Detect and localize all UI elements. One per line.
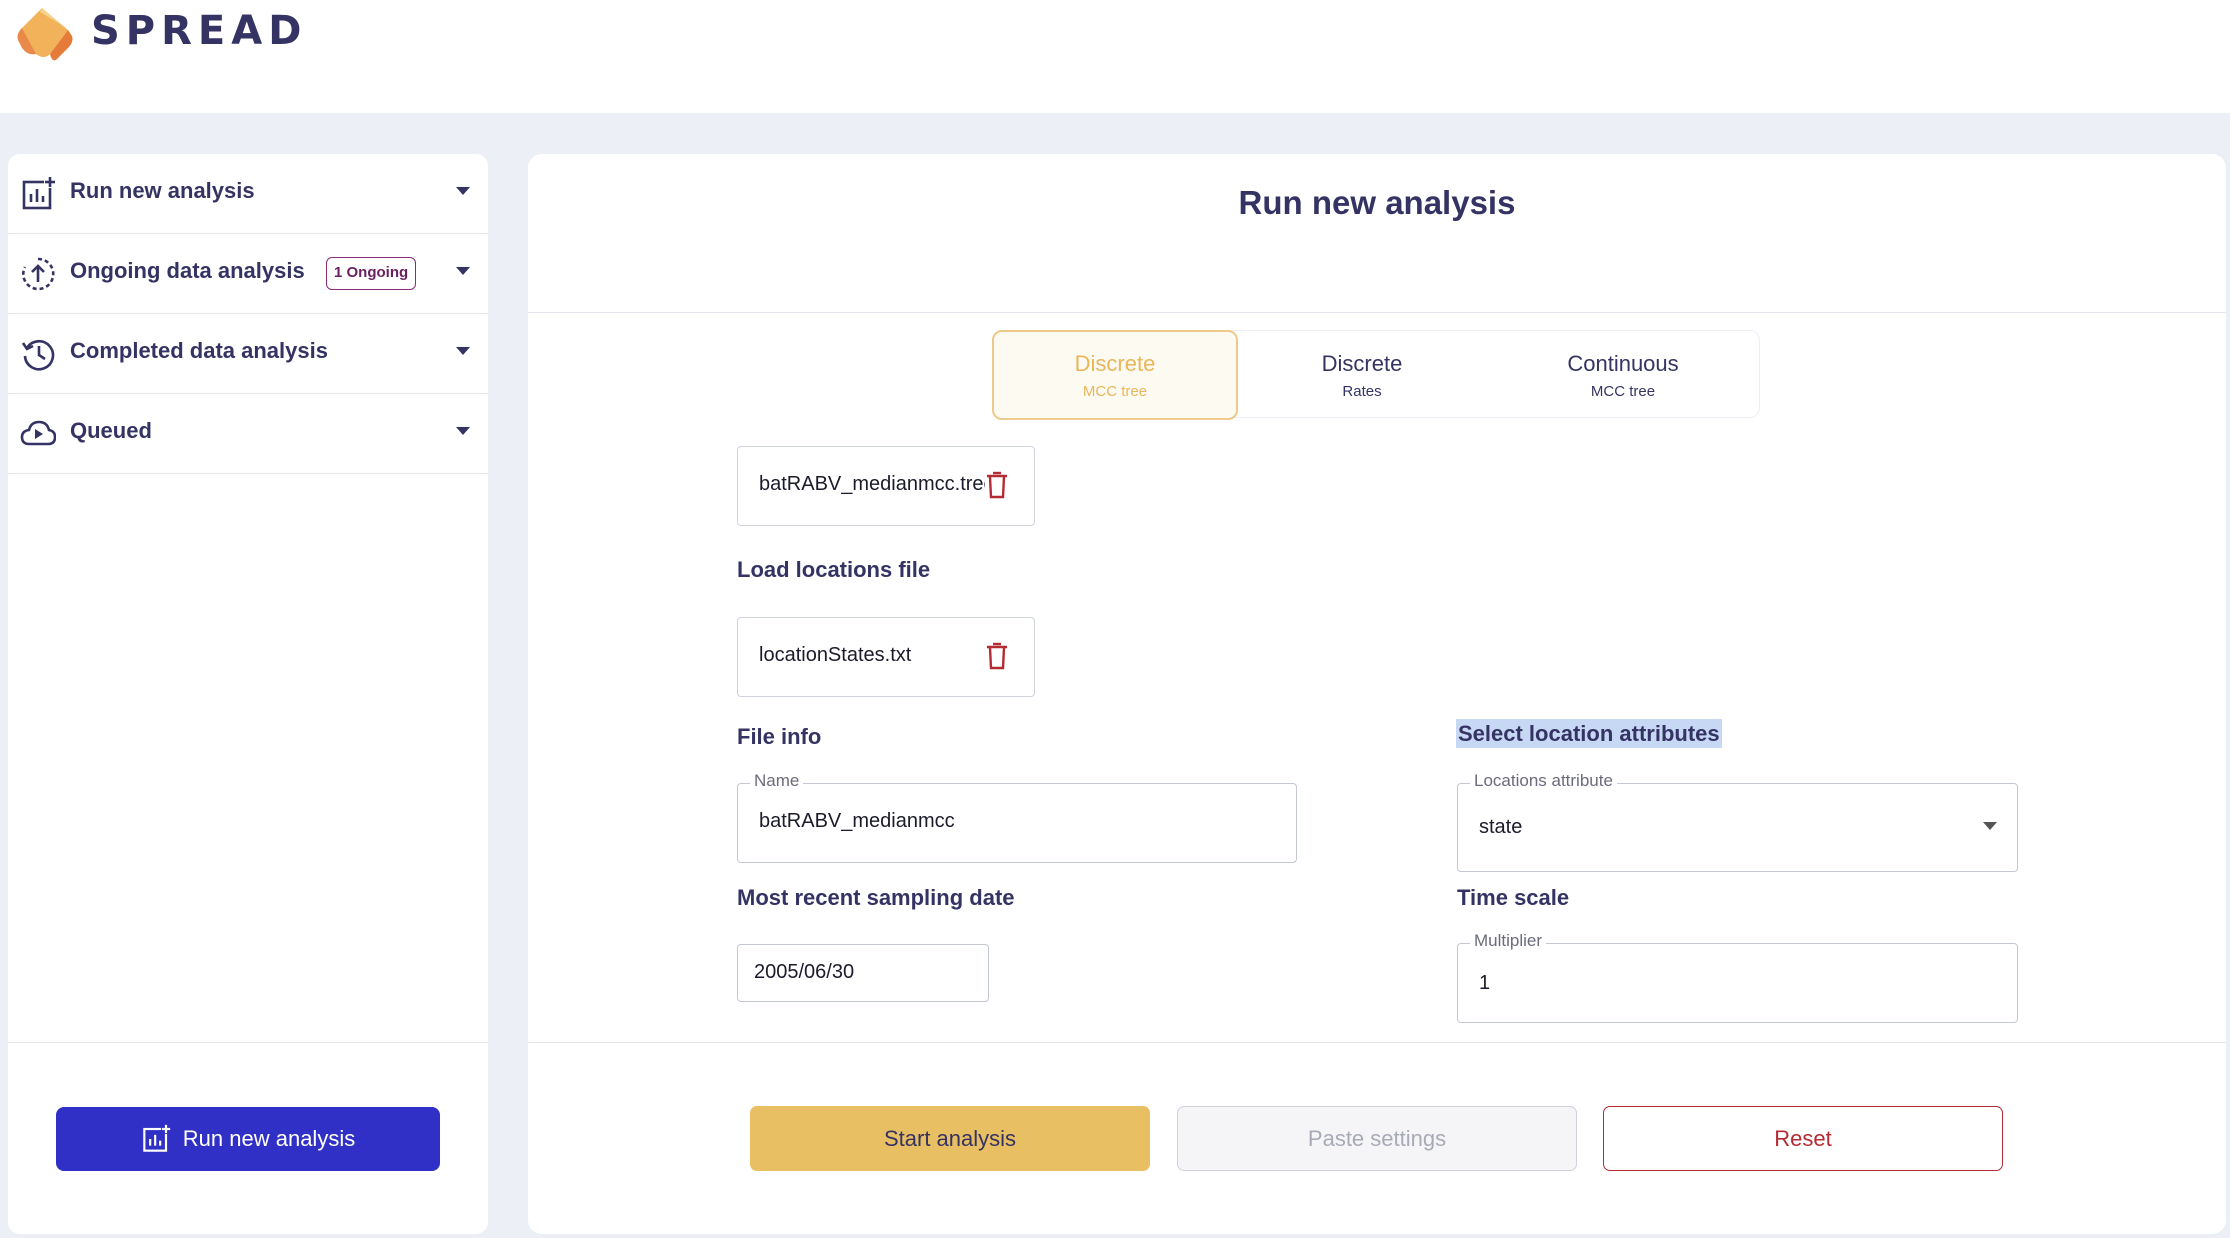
chart-add-icon: [22, 176, 56, 210]
sidebar: Run new analysis Ongoing data analysis 1…: [8, 154, 488, 1234]
footer-divider: [528, 1042, 2226, 1043]
reset-button[interactable]: Reset: [1603, 1106, 2003, 1171]
locations-file-name: locationStates.txt: [759, 644, 912, 666]
multiplier-label: Multiplier: [1470, 931, 1547, 951]
cloud-queue-icon: [20, 420, 56, 446]
name-field[interactable]: Name batRABV_medianmcc: [737, 771, 1297, 863]
time-scale-label: Time scale: [1457, 885, 1570, 910]
chevron-down-icon[interactable]: [1983, 822, 1997, 830]
name-field-label: Name: [750, 771, 804, 791]
locations-file-chip: locationStates.txt: [737, 617, 1035, 697]
analysis-type-tabs: Discrete MCC tree Discrete Rates Continu…: [992, 330, 1761, 420]
load-locations-label: Load locations file: [737, 557, 931, 582]
sidebar-item-run-new-analysis[interactable]: Run new analysis: [8, 154, 488, 234]
sidebar-item-ongoing-data-analysis[interactable]: Ongoing data analysis 1 Ongoing: [8, 234, 488, 314]
sidebar-item-label: Queued: [70, 418, 152, 443]
spread-logo-icon[interactable]: [14, 4, 76, 64]
sidebar-item-label: Run new analysis: [70, 178, 255, 203]
sidebar-item-label: Ongoing data analysis: [70, 258, 305, 283]
chevron-down-icon[interactable]: [456, 187, 470, 195]
trash-icon[interactable]: [986, 642, 1008, 670]
tab-title: Discrete: [1074, 350, 1156, 376]
paste-settings-button[interactable]: Paste settings: [1177, 1106, 1577, 1171]
brand-name: SPREAD: [91, 8, 308, 54]
tab-title: Discrete: [1321, 350, 1403, 376]
tab-discrete-mcc-tree[interactable]: Discrete MCC tree: [992, 330, 1238, 420]
chevron-down-icon[interactable]: [456, 427, 470, 435]
header-divider: [528, 312, 2226, 313]
sidebar-item-label: Completed data analysis: [70, 338, 328, 363]
sidebar-divider: [8, 1042, 488, 1043]
start-analysis-button[interactable]: Start analysis: [750, 1106, 1150, 1171]
history-icon: [21, 339, 55, 371]
trash-icon[interactable]: [986, 471, 1008, 499]
sampling-date-value: 2005/06/30: [754, 961, 855, 983]
sidebar-item-completed-data-analysis[interactable]: Completed data analysis: [8, 314, 488, 394]
file-info-label: File info: [737, 724, 822, 749]
tab-subtitle: Rates: [1342, 382, 1382, 400]
tab-discrete-rates[interactable]: Discrete Rates: [1239, 331, 1485, 419]
locations-attribute-label: Locations attribute: [1470, 771, 1617, 791]
tab-title: Continuous: [1567, 350, 1679, 376]
tab-continuous-mcc-tree[interactable]: Continuous MCC tree: [1485, 331, 1761, 419]
tree-file-name: batRABV_medianmcc.tree: [759, 473, 985, 495]
name-field-value: batRABV_medianmcc: [759, 810, 955, 832]
tree-file-chip: batRABV_medianmcc.tree: [737, 446, 1035, 526]
run-new-analysis-button[interactable]: Run new analysis: [56, 1107, 440, 1171]
run-new-analysis-label: Run new analysis: [182, 1126, 356, 1151]
chevron-down-icon[interactable]: [456, 347, 470, 355]
tab-subtitle: MCC tree: [1082, 382, 1148, 400]
upload-progress-icon: [22, 257, 55, 291]
select-location-attributes-label: Select location attributes: [1456, 719, 1722, 748]
chevron-down-icon[interactable]: [456, 267, 470, 275]
main-panel: Run new analysis Discrete MCC tree Discr…: [528, 154, 2226, 1234]
page-title: Run new analysis: [1238, 184, 1516, 221]
sidebar-item-queued[interactable]: Queued: [8, 394, 488, 474]
locations-attribute-select[interactable]: Locations attribute state: [1457, 771, 2018, 872]
chart-add-icon: [143, 1124, 171, 1152]
status-badge: 1 Ongoing: [326, 257, 417, 290]
tab-subtitle: MCC tree: [1590, 382, 1656, 400]
multiplier-field[interactable]: Multiplier 1: [1457, 931, 2018, 1023]
select-location-attributes-text: Select location attributes: [1456, 719, 1722, 748]
locations-attribute-value: state: [1479, 816, 1523, 838]
multiplier-value: 1: [1479, 972, 1491, 994]
sampling-date-input[interactable]: 2005/06/30: [737, 944, 989, 1002]
top-bar: SPREAD: [0, 0, 2230, 113]
sampling-date-label: Most recent sampling date: [737, 885, 1015, 910]
